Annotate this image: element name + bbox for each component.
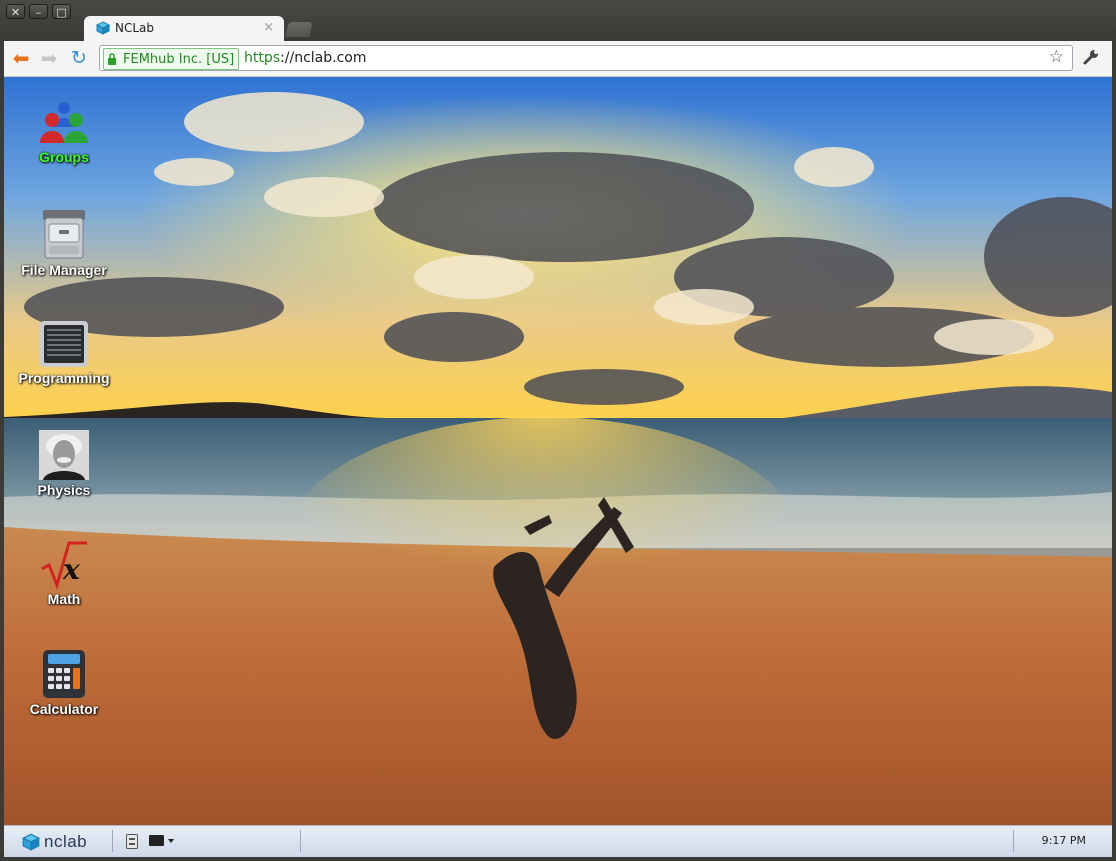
ev-certificate-label: FEMhub Inc. [US] (123, 51, 235, 67)
minimize-icon[interactable]: – (29, 4, 48, 19)
svg-text:x: x (62, 553, 80, 586)
desktop-icon-label: Calculator (29, 701, 99, 717)
desktop-icon-math[interactable]: x Math (4, 539, 124, 607)
einstein-portrait-icon (39, 430, 89, 480)
reload-icon[interactable]: ↻ (68, 47, 90, 69)
nclab-cube-icon (96, 21, 110, 35)
url-scheme: https (244, 50, 281, 66)
desktop-icon-label: Groups (39, 149, 89, 165)
desktop-icon-file-manager[interactable]: File Manager (4, 208, 124, 278)
desktop-icon-label: Programming (18, 370, 110, 386)
terminal-icon (40, 321, 88, 367)
close-icon[interactable]: ✕ (6, 4, 25, 19)
url-text[interactable]: https://nclab.com (244, 50, 366, 66)
desktop-icon-programming[interactable]: Programming (4, 320, 124, 386)
tab-nclab[interactable]: NCLab × (84, 16, 284, 42)
desktop-icon-label: Physics (37, 482, 91, 498)
beach-sunset-wallpaper (4, 77, 1112, 825)
bookmark-star-icon[interactable]: ☆ (1049, 47, 1064, 67)
back-arrow-icon[interactable]: ⬅ (10, 47, 32, 69)
sqrt-x-icon: x (41, 541, 87, 589)
new-tab-button[interactable] (285, 22, 313, 37)
groups-icon (40, 102, 88, 143)
desktop-icon-label: Math (47, 591, 81, 607)
window-controls: ✕ – □ (6, 4, 71, 19)
file-cabinet-icon (43, 210, 85, 259)
desktop-icon-physics[interactable]: Physics (4, 430, 124, 498)
lock-icon (108, 53, 116, 65)
nclab-taskbar: nclab 9:17 PM (4, 825, 1112, 857)
nclab-cube-icon (22, 833, 40, 851)
ev-certificate-badge[interactable]: FEMhub Inc. [US] (103, 48, 240, 70)
browser-toolbar: ⬅ ➡ ↻ FEMhub Inc. [US] https://nclab.com… (4, 41, 1112, 77)
forward-arrow-icon[interactable]: ➡ (38, 47, 60, 69)
taskbar-separator (300, 830, 301, 852)
desktop-icon-calculator[interactable]: Calculator (4, 649, 124, 717)
maximize-icon[interactable]: □ (52, 4, 71, 19)
url-host: ://nclab.com (280, 50, 367, 66)
wrench-icon[interactable] (1082, 48, 1100, 66)
desktop-icon-groups[interactable]: Groups (4, 101, 124, 165)
nclab-desktop: Groups File Manager Programming Physics … (4, 77, 1112, 825)
nclab-logo[interactable]: nclab (22, 832, 87, 852)
window-titlebar: ✕ – □ NCLab × (0, 0, 1116, 42)
nclab-logo-text: nclab (44, 832, 88, 851)
desktop-icon-label: File Manager (21, 262, 107, 278)
calculator-icon (43, 650, 85, 698)
taskbar-separator (112, 830, 113, 852)
file-cabinet-icon[interactable] (126, 834, 138, 849)
tab-title: NCLab (115, 21, 155, 35)
taskbar-clock: 9:17 PM (1041, 834, 1086, 847)
window-list-menu-icon[interactable] (149, 834, 175, 848)
taskbar-separator (1013, 830, 1014, 852)
tab-close-icon[interactable]: × (263, 20, 274, 35)
address-bar[interactable]: FEMhub Inc. [US] https://nclab.com ☆ (99, 45, 1073, 71)
